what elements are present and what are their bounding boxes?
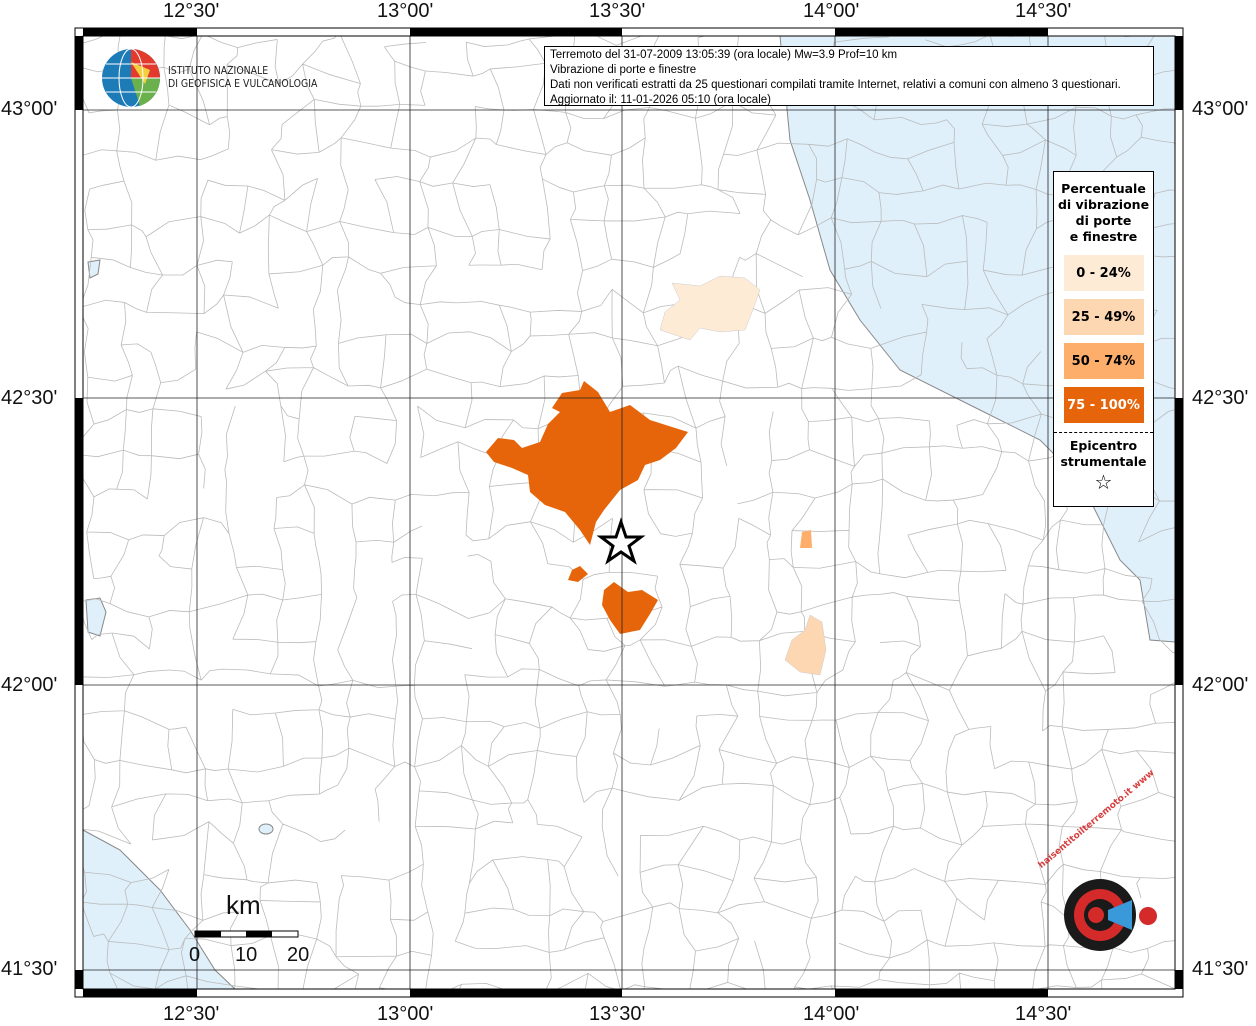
map-canvas[interactable] (0, 0, 1256, 1024)
lat-label-left: 42°00' (1, 674, 58, 696)
legend-epicenter-line: Epicentro (1069, 438, 1138, 453)
legend-epicenter-line: strumentale (1060, 454, 1147, 469)
event-info-box: Terremoto del 31-07-2009 13:05:39 (ora l… (544, 46, 1154, 106)
data-note: Dati non verificati estratti da 25 quest… (550, 79, 1121, 91)
legend-title-line: di porte (1075, 213, 1132, 228)
region-0-24[interactable] (784, 614, 827, 676)
lat-label-left: 43°00' (1, 98, 58, 120)
ingv-logo-text: ISTITUTO NAZIONALE DI GEOFISICA E VULCAN… (168, 64, 317, 90)
scale-tick: 0 (189, 944, 201, 966)
region-50-74[interactable] (800, 530, 812, 548)
legend-divider (1054, 432, 1153, 433)
ingv-line2: DI GEOFISICA E VULCANOLOGIA (168, 77, 318, 90)
lon-label-top: 13°30' (589, 0, 646, 22)
lat-label-left: 41°30' (1, 958, 58, 980)
lon-label-bottom: 14°00' (803, 1003, 860, 1025)
legend-class-25-49: 25 - 49% (1063, 299, 1144, 335)
lon-label-bottom: 12°30' (163, 1003, 220, 1025)
lake (85, 597, 107, 637)
legend-title-line: Percentuale (1061, 181, 1146, 196)
lat-label-right: 43°00' (1192, 98, 1249, 120)
tyrrhenian-sea (82, 829, 237, 990)
lon-label-top: 14°00' (803, 0, 860, 22)
epicenter-star-icon[interactable] (596, 517, 646, 565)
lon-label-bottom: 13°30' (589, 1003, 646, 1025)
scale-tick: 10 (235, 944, 258, 966)
scale-unit: km (226, 890, 261, 920)
map-subject: Vibrazione di porte e finestre (550, 64, 697, 76)
region-75-100[interactable] (486, 381, 688, 545)
lat-label-right: 42°00' (1192, 674, 1249, 696)
legend-epicenter: Epicentro strumentale ☆ (1054, 438, 1153, 494)
lat-label-right: 42°30' (1192, 387, 1249, 409)
legend-class-0-24: 0 - 24% (1063, 255, 1144, 291)
lon-label-top: 13°00' (377, 0, 434, 22)
legend-title: Percentuale di vibrazione di porte e fin… (1054, 181, 1153, 245)
ingv-logo (102, 48, 161, 108)
scale-bar (194, 930, 299, 938)
hsit-logo (1064, 879, 1157, 951)
lon-label-top: 14°30' (1015, 0, 1072, 22)
lat-label-right: 41°30' (1192, 958, 1249, 980)
updated-at: Aggiornato il: 11-01-2026 05:10 (ora loc… (550, 94, 771, 106)
legend-class-50-74: 50 - 74% (1063, 343, 1144, 379)
legend-class-75-100: 75 - 100% (1063, 387, 1144, 423)
lon-label-bottom: 14°30' (1015, 1003, 1072, 1025)
lake (258, 823, 274, 835)
lon-label-bottom: 13°00' (377, 1003, 434, 1025)
star-icon: ☆ (1094, 470, 1113, 494)
legend-title-line: di vibrazione (1057, 197, 1150, 212)
legend-title-line: e finestre (1069, 229, 1138, 244)
scale-tick: 20 (287, 944, 310, 966)
lat-label-left: 42°30' (1, 387, 58, 409)
event-title: Terremoto del 31-07-2009 13:05:39 (ora l… (550, 49, 898, 61)
legend: Percentuale di vibrazione di porte e fin… (1053, 171, 1154, 507)
region-0-24[interactable] (659, 275, 761, 341)
ingv-line1: ISTITUTO NAZIONALE (168, 64, 269, 77)
lon-label-top: 12°30' (163, 0, 220, 22)
